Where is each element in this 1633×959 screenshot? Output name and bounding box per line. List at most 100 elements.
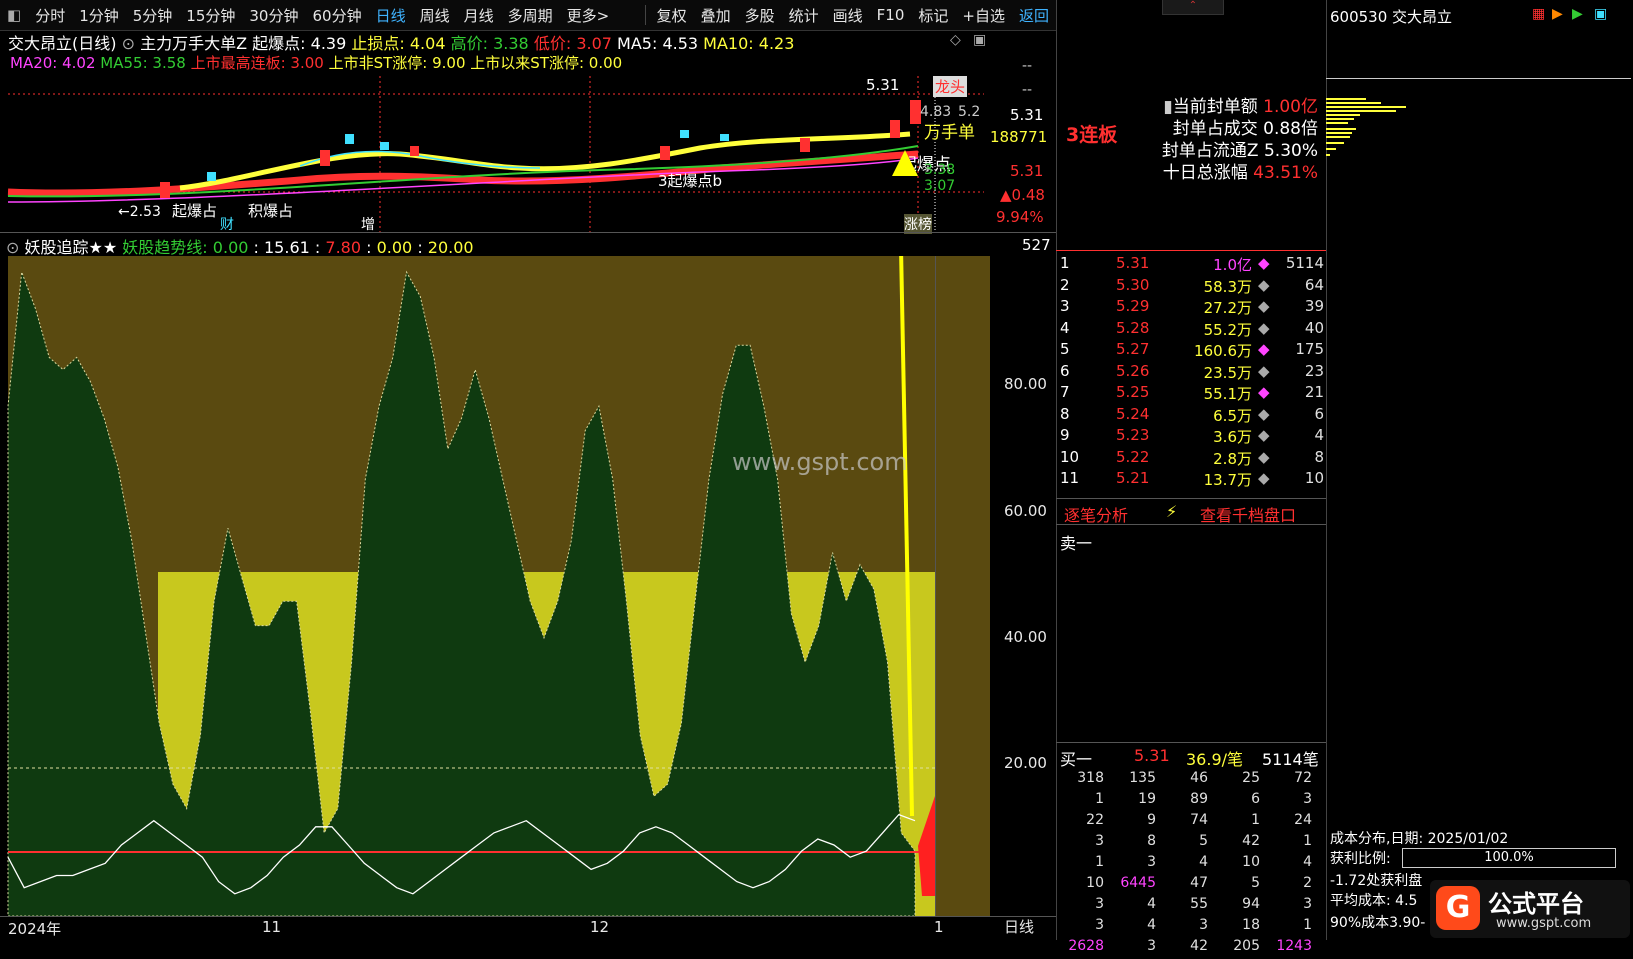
period-tab-daily[interactable]: 日线 (369, 5, 413, 26)
indicator-collapse-icon[interactable]: ⊙ (6, 238, 25, 257)
orderbook-price: 5.23 (1116, 426, 1150, 444)
orderbook-row[interactable]: 5 5.27 160.6万 ◆ 175 (1060, 340, 1326, 362)
sell1-label: 卖一 (1060, 534, 1093, 553)
brand-g-icon: G (1436, 886, 1480, 930)
deal-cell: 1 (1303, 833, 1312, 849)
diamond-icon[interactable]: ◇ (950, 32, 961, 48)
deal-cell: 205 (1233, 938, 1260, 954)
zhubi-analysis-link[interactable]: 逐笔分析 (1064, 502, 1128, 526)
brand-name: 公式平台 (1488, 890, 1584, 918)
orderbook-level: 10 (1060, 447, 1080, 466)
period-tab-multi[interactable]: 多周期 (501, 5, 560, 26)
deal-cell: 94 (1242, 896, 1260, 912)
period-tab-weekly[interactable]: 周线 (413, 5, 457, 26)
st-limit-value: 上市以来ST涨停: 0.00 (470, 54, 623, 72)
orderbook-count: 21 (1304, 383, 1324, 401)
orderbook-row[interactable]: 2 5.30 58.3万 ◆ 64 (1060, 276, 1326, 298)
deal-cell: 3 (1199, 917, 1208, 933)
orderbook-row[interactable]: 1 5.31 1.0亿 ◆ 5114 (1060, 254, 1326, 276)
kaxis-v6: 3.38 (924, 162, 956, 178)
orderbook-count: 39 (1304, 297, 1324, 315)
orderbook-volume: 13.7万 (1203, 471, 1252, 489)
xaxis-12: 12 (590, 918, 610, 936)
xaxis-period-label[interactable]: 日线 (1004, 916, 1034, 937)
toolbar-icon-3[interactable]: ▶ (1572, 6, 1583, 22)
orderbook-row[interactable]: 4 5.28 55.2万 ◆ 40 (1060, 319, 1326, 341)
period-tab-1min[interactable]: 1分钟 (72, 5, 126, 26)
buy1-price: 5.31 (1134, 746, 1170, 765)
zhangting-marker: 涨榜 (904, 214, 932, 234)
tool-back-button[interactable]: 返回 (1012, 5, 1056, 26)
deal-row: 3 4 3 18 1 (1060, 917, 1324, 938)
deal-cell: 3 (1147, 854, 1156, 870)
orderbook-row[interactable]: 11 5.21 13.7万 ◆ 10 (1060, 469, 1326, 491)
deal-row: 3 4 55 94 3 (1060, 896, 1324, 917)
tool-add-watch-button[interactable]: +自选 (955, 5, 1012, 26)
deal-cell: 4 (1147, 917, 1156, 933)
orderbook-row[interactable]: 3 5.29 27.2万 ◆ 39 (1060, 297, 1326, 319)
price-top-label: 5.31 (866, 76, 900, 94)
brand-url: www.gspt.com (1496, 916, 1592, 931)
period-tab-60min[interactable]: 60分钟 (305, 5, 368, 26)
deal-cell: 6 (1251, 791, 1260, 807)
zeng-marker: 增 (361, 217, 375, 233)
profit-bar: 100.0% (1402, 848, 1616, 868)
toolbar-icon-1[interactable]: ▦ (1532, 6, 1545, 22)
low-label: 低价: (533, 34, 572, 53)
orderbook-row[interactable]: 9 5.23 3.6万 ◆ 4 (1060, 426, 1326, 448)
orderbook-row[interactable]: 8 5.24 6.5万 ◆ 6 (1060, 405, 1326, 427)
tool-fuquan-button[interactable]: 复权 (650, 5, 694, 26)
deal-cell: 1 (1251, 812, 1260, 828)
zhisun-label: 止损点: (351, 34, 405, 53)
window-icon[interactable]: ▣ (973, 32, 986, 48)
period-tab-monthly[interactable]: 月线 (457, 5, 501, 26)
tool-multistock-button[interactable]: 多股 (738, 5, 782, 26)
orderbook-price: 5.30 (1116, 275, 1150, 294)
high-value: 3.38 (493, 34, 529, 53)
orderbook-count: 8 (1314, 447, 1324, 466)
orderbook-row[interactable]: 7 5.25 55.1万 ◆ 21 (1060, 383, 1326, 405)
stock-code-title: 600530 交大昂立 (1330, 8, 1453, 26)
deal-cell: 2 (1303, 875, 1312, 891)
deal-cell: 4 (1303, 854, 1312, 870)
toolbar-icon-4[interactable]: ▣ (1594, 6, 1607, 22)
qiandang-link[interactable]: 查看千档盘口 (1200, 502, 1296, 526)
xaxis-1: 1 (934, 918, 944, 936)
yaxis-20: 20.00 (1004, 754, 1047, 772)
tool-f10-button[interactable]: F10 (870, 6, 912, 24)
lightning-icon[interactable]: ⚡ (1166, 502, 1177, 521)
high-label: 高价: (450, 34, 488, 53)
cai-marker: 财 (220, 217, 234, 233)
tool-stats-button[interactable]: 统计 (782, 5, 826, 26)
panel-toggle-icon[interactable]: ◧ (0, 6, 28, 24)
low-value: 3.07 (576, 34, 612, 53)
period-tab-30min[interactable]: 30分钟 (242, 5, 305, 26)
collapse-icon[interactable]: ⊙ (122, 34, 141, 53)
vol-top-value: 527 (1022, 236, 1051, 254)
tool-overlay-button[interactable]: 叠加 (694, 5, 738, 26)
collapse-handle-icon[interactable]: ⌃ (1162, 0, 1224, 15)
tool-draw-button[interactable]: 画线 (826, 5, 870, 26)
period-toolbar: ◧ 分时 1分钟 5分钟 15分钟 30分钟 60分钟 日线 周线 月线 多周期… (0, 0, 1056, 31)
orderbook-volume: 2.8万 (1213, 449, 1252, 468)
orderbook-level: 1 (1060, 254, 1070, 272)
deal-cell: 22 (1086, 812, 1104, 828)
orderbook-row[interactable]: 10 5.22 2.8万 ◆ 8 (1060, 448, 1326, 470)
deal-cell: 8 (1147, 833, 1156, 849)
deal-row: 10 6445 47 5 2 (1060, 875, 1324, 896)
tool-mark-button[interactable]: 标记 (911, 5, 955, 26)
period-tab-15min[interactable]: 15分钟 (179, 5, 242, 26)
kaxis-v2: -- (1022, 82, 1033, 98)
period-tab-more[interactable]: 更多> (560, 5, 617, 26)
indicator-v3: 7.80 (325, 238, 362, 257)
left-annotation-1: ←2.53 (118, 204, 161, 220)
chip-top-line (1326, 78, 1631, 79)
orderbook-volume: 27.2万 (1203, 299, 1252, 317)
period-tab-fenshi[interactable]: 分时 (28, 5, 72, 26)
toolbar-icon-2[interactable]: ▶ (1552, 6, 1563, 22)
orderbook-price: 5.25 (1116, 383, 1150, 401)
period-tab-5min[interactable]: 5分钟 (126, 5, 180, 26)
orderbook-row[interactable]: 6 5.26 23.5万 ◆ 23 (1060, 362, 1326, 384)
left-annotation-3: 积爆占 (248, 202, 294, 220)
deal-cell: 3 (1303, 791, 1312, 807)
